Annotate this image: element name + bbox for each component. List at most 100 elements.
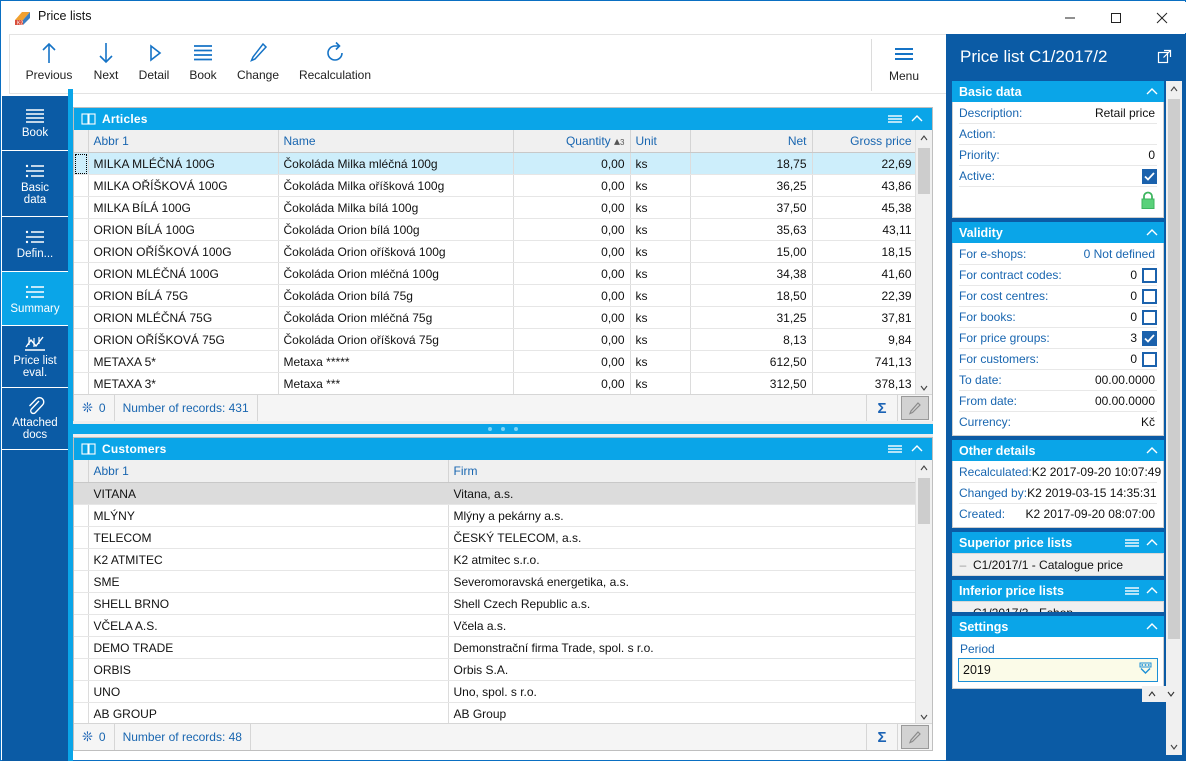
table-row[interactable]: MILKA BÍLÁ 100G Čokoláda Milka bílá 100g 0…	[74, 196, 916, 219]
row-indicator[interactable]	[74, 240, 89, 263]
field-checkbox[interactable]	[1142, 330, 1157, 346]
sidebar-item-attached-docs[interactable]: Attached docs	[2, 388, 68, 450]
row-indicator[interactable]	[74, 482, 89, 505]
inferior-scroll-up-icon[interactable]	[1142, 686, 1161, 702]
grid-splitter[interactable]	[73, 421, 933, 437]
table-row[interactable]: ORION BÍLÁ 100G Čokoláda Orion bílá 100g 0…	[74, 218, 916, 241]
toolbar-menu-button[interactable]: Menu	[871, 39, 936, 91]
articles-scroll-thumb[interactable]	[918, 148, 930, 194]
table-row[interactable]: ORION BÍLÁ 75G Čokoláda Orion bílá 75g 0,0…	[74, 284, 916, 307]
sidebar-item-basic-data[interactable]: Basic data	[2, 151, 68, 217]
table-row[interactable]: ORION MLÉČNÁ 100G Čokoláda Orion mléčná 1…	[74, 262, 916, 285]
customers-marked-cell[interactable]: ❊ 0	[74, 724, 115, 750]
customers-vertical-scrollbar[interactable]	[915, 460, 932, 725]
section-inferior-price-lists-collapse-icon[interactable]	[1142, 580, 1162, 601]
close-button[interactable]	[1139, 3, 1185, 33]
table-row[interactable]: ORION OŘÍŠKOVÁ 75G Čokoláda Orion oříškov…	[74, 328, 916, 351]
toolbar-next-button[interactable]: Next	[86, 39, 126, 91]
articles-menu-icon[interactable]	[884, 108, 906, 130]
articles-scroll-up-icon[interactable]	[916, 130, 932, 146]
row-indicator[interactable]	[74, 218, 89, 241]
row-indicator[interactable]	[74, 526, 89, 549]
row-indicator[interactable]	[74, 636, 89, 659]
articles-col-quantity[interactable]: Quantity ▴3	[513, 130, 631, 153]
articles-sum-icon[interactable]: Σ	[867, 395, 898, 421]
section-superior-price-lists-collapse-icon[interactable]	[1142, 532, 1162, 553]
superior-menu-icon[interactable]	[1122, 532, 1142, 553]
customers-scroll-up-icon[interactable]	[916, 460, 932, 476]
table-row[interactable]: METAXA 5* Metaxa ***** 0,00 ks 612,50 741,13	[74, 350, 916, 373]
customers-sum-icon[interactable]: Σ	[867, 724, 898, 750]
section-other-details-header[interactable]: Other details	[952, 440, 1164, 461]
articles-marked-cell[interactable]: ❊ 0	[74, 395, 115, 421]
row-indicator[interactable]	[74, 372, 89, 395]
articles-col-name[interactable]: Name	[278, 130, 514, 153]
row-indicator[interactable]	[74, 174, 89, 197]
row-indicator[interactable]	[74, 548, 89, 571]
sidebar-item-price-list-eval[interactable]: Price list eval.	[2, 326, 68, 388]
articles-collapse-icon[interactable]	[906, 108, 928, 130]
splitter-bar[interactable]	[73, 424, 933, 434]
table-row[interactable]: K2 ATMITEC K2 atmitec s.r.o.	[74, 548, 916, 571]
table-row[interactable]: MLÝNY Mlýny a pekárny a.s.	[74, 504, 916, 527]
field-checkbox[interactable]	[1142, 351, 1157, 367]
period-input[interactable]: 2019	[958, 658, 1158, 682]
detail-pane-scrollbar[interactable]	[1166, 81, 1182, 755]
sidebar-item-book[interactable]: Book	[2, 96, 68, 151]
section-inferior-price-lists-header[interactable]: Inferior price lists	[952, 580, 1164, 601]
row-indicator[interactable]	[74, 350, 89, 373]
row-indicator[interactable]	[74, 702, 89, 725]
field-checkbox[interactable]	[1142, 309, 1157, 325]
row-indicator[interactable]	[74, 152, 89, 175]
customers-menu-icon[interactable]	[884, 438, 906, 460]
detail-scroll-up-icon[interactable]	[1166, 81, 1182, 97]
table-row[interactable]: ORBIS Orbis S.A.	[74, 658, 916, 681]
list-item[interactable]: – C1/2017/1 - Catalogue price	[952, 553, 1164, 576]
table-row[interactable]: MILKA OŘÍŠKOVÁ 100G Čokoláda Milka oříško…	[74, 174, 916, 197]
row-indicator[interactable]	[74, 504, 89, 527]
section-validity-header[interactable]: Validity	[952, 222, 1164, 243]
inferior-list-scrollbar[interactable]	[1142, 686, 1180, 702]
table-row[interactable]: METAXA 3* Metaxa *** 0,00 ks 312,50 378,13	[74, 372, 916, 395]
row-indicator[interactable]	[74, 592, 89, 615]
table-row[interactable]: SHELL BRNO Shell Czech Republic a.s.	[74, 592, 916, 615]
lock-icon[interactable]	[1139, 191, 1157, 213]
table-row[interactable]: VČELA A.S. Včela a.s.	[74, 614, 916, 637]
customers-edit-icon[interactable]	[901, 725, 929, 749]
inferior-menu-icon[interactable]	[1122, 580, 1142, 601]
table-row[interactable]: MILKA MLÉČNÁ 100G Čokoláda Milka mléčná 1…	[74, 152, 916, 175]
row-indicator[interactable]	[74, 680, 89, 703]
section-basic-data-header[interactable]: Basic data	[952, 81, 1164, 102]
section-validity-collapse-icon[interactable]	[1142, 222, 1162, 243]
section-settings-collapse-icon[interactable]	[1142, 616, 1162, 637]
sidebar-item-summary[interactable]: Summary	[2, 272, 68, 326]
table-row[interactable]: DEMO TRADE Demonstrační firma Trade, spol…	[74, 636, 916, 659]
table-row[interactable]: VITANA Vitana, a.s.	[74, 482, 916, 505]
articles-col-abbr1[interactable]: Abbr 1	[88, 130, 279, 153]
field-checkbox[interactable]	[1142, 288, 1157, 304]
articles-vertical-scrollbar[interactable]	[915, 130, 932, 396]
table-row[interactable]: SME Severomoravská energetika, a.s.	[74, 570, 916, 593]
row-indicator[interactable]	[74, 658, 89, 681]
maximize-button[interactable]	[1093, 3, 1139, 33]
section-superior-price-lists-header[interactable]: Superior price lists	[952, 532, 1164, 553]
articles-col-net[interactable]: Net	[690, 130, 813, 153]
articles-edit-icon[interactable]	[901, 396, 929, 420]
row-indicator[interactable]	[74, 328, 89, 351]
toolbar-previous-button[interactable]: Previous	[18, 39, 80, 91]
toolbar-detail-button[interactable]: Detail	[132, 39, 176, 91]
row-indicator[interactable]	[74, 306, 89, 329]
toolbar-change-button[interactable]: Change	[232, 39, 284, 91]
field-checkbox[interactable]	[1142, 168, 1157, 184]
customers-scroll-thumb[interactable]	[918, 478, 930, 524]
row-indicator[interactable]	[74, 570, 89, 593]
row-indicator[interactable]	[74, 614, 89, 637]
sidebar-item-definitions[interactable]: Defin...	[2, 217, 68, 272]
articles-col-unit[interactable]: Unit	[630, 130, 691, 153]
table-row[interactable]: ORION MLÉČNÁ 75G Čokoláda Orion mléčná 75…	[74, 306, 916, 329]
inferior-scroll-down-icon[interactable]	[1161, 686, 1180, 702]
field-checkbox[interactable]	[1142, 267, 1157, 283]
detail-scroll-down-icon[interactable]	[1166, 739, 1182, 755]
row-indicator[interactable]	[74, 262, 89, 285]
section-settings-header[interactable]: Settings	[952, 616, 1164, 637]
